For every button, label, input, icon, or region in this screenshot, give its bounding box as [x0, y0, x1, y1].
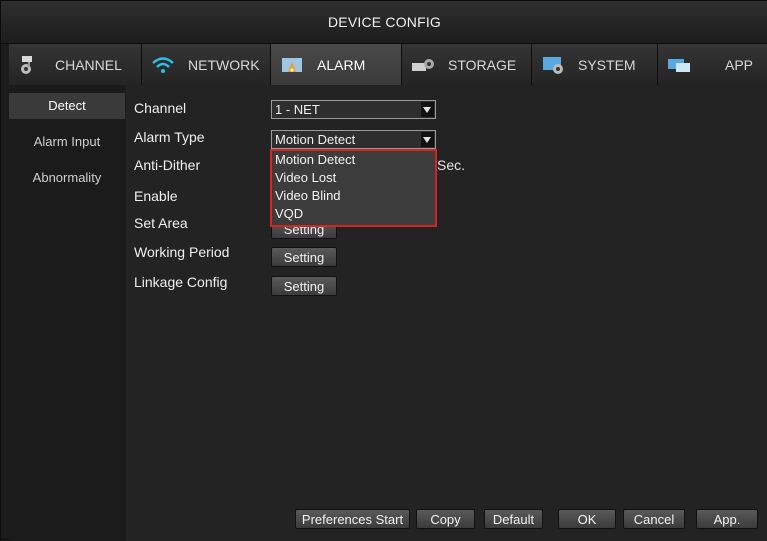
channel-select[interactable]: 1 - NET	[271, 100, 436, 119]
sidebar: Detect Alarm Input Abnormality	[9, 85, 125, 541]
camera-icon	[21, 55, 32, 74]
dropdown-option-video-blind[interactable]: Video Blind	[272, 187, 435, 205]
window-title-text: DEVICE CONFIG	[327, 14, 442, 30]
set-area-label: Set Area	[134, 215, 188, 231]
tab-label: CHANNEL	[55, 56, 122, 73]
tab-app[interactable]: APP	[658, 44, 767, 85]
linkage-config-label: Linkage Config	[134, 274, 228, 290]
alarm-type-value: Motion Detect	[275, 132, 356, 147]
sidebar-item-detect[interactable]: Detect	[9, 93, 125, 119]
working-period-label: Working Period	[134, 244, 230, 260]
working-period-row: Working Period	[134, 241, 272, 263]
alarm-type-label: Alarm Type	[134, 129, 205, 145]
channel-label: Channel	[134, 100, 187, 116]
set-area-row: Set Area	[134, 212, 272, 234]
tab-label: SYSTEM	[578, 56, 636, 73]
tab-network[interactable]: NETWORK	[142, 44, 271, 85]
sidebar-item-alarm-input[interactable]: Alarm Input	[9, 129, 125, 155]
storage-icon	[412, 58, 434, 71]
alarm-type-row: Alarm Type	[134, 126, 272, 148]
system-icon	[543, 56, 563, 74]
sidebar-item-abnormality[interactable]: Abnormality	[9, 165, 125, 191]
apply-button[interactable]: App.	[696, 509, 758, 529]
dropdown-option-video-lost[interactable]: Video Lost	[272, 169, 435, 187]
preferences-start-button[interactable]: Preferences Start	[295, 509, 410, 529]
wifi-icon	[152, 56, 174, 73]
alarm-icon	[282, 57, 302, 72]
default-button[interactable]: Default	[484, 509, 543, 529]
dropdown-option-vqd[interactable]: VQD	[272, 205, 435, 223]
tab-alarm[interactable]: ALARM	[271, 44, 402, 85]
tab-label: STORAGE	[448, 56, 517, 73]
dropdown-option-motion-detect[interactable]: Motion Detect	[272, 151, 435, 169]
anti-dither-row: Anti-Dither	[134, 154, 272, 176]
tab-channel[interactable]: CHANNEL	[9, 44, 142, 85]
detect-config-panel: Channel 1 - NET Alarm Type Motion Detect…	[126, 85, 767, 541]
channel-row: Channel	[134, 97, 272, 119]
tab-bar: CHANNEL NETWORK ALARM STORAGE SYSTEM APP	[9, 44, 767, 85]
chevron-down-icon	[421, 102, 434, 117]
alarm-type-dropdown-list: Motion Detect Video Lost Video Blind VQD	[270, 149, 437, 227]
tab-label: NETWORK	[188, 56, 260, 73]
device-config-window: DEVICE CONFIG CHANNEL NETWORK ALARM STOR…	[0, 0, 767, 541]
copy-button[interactable]: Copy	[416, 509, 475, 529]
channel-value: 1 - NET	[275, 102, 320, 117]
chevron-down-icon	[421, 132, 434, 147]
tab-label: APP	[724, 56, 753, 73]
window-title: DEVICE CONFIG	[1, 1, 767, 44]
tab-system[interactable]: SYSTEM	[532, 44, 658, 85]
ok-button[interactable]: OK	[558, 509, 616, 529]
linkage-config-row: Linkage Config	[134, 271, 272, 293]
anti-dither-unit: Sec.	[437, 157, 466, 173]
enable-label: Enable	[134, 188, 178, 204]
linkage-config-setting-button[interactable]: Setting	[271, 276, 337, 296]
working-period-setting-button[interactable]: Setting	[271, 247, 337, 267]
enable-row: Enable	[134, 185, 272, 207]
app-icon	[668, 58, 690, 72]
anti-dither-label: Anti-Dither	[134, 157, 201, 173]
tab-storage[interactable]: STORAGE	[402, 44, 532, 85]
cancel-button[interactable]: Cancel	[623, 509, 685, 529]
alarm-type-select[interactable]: Motion Detect	[271, 130, 436, 149]
tab-label: ALARM	[317, 56, 366, 73]
